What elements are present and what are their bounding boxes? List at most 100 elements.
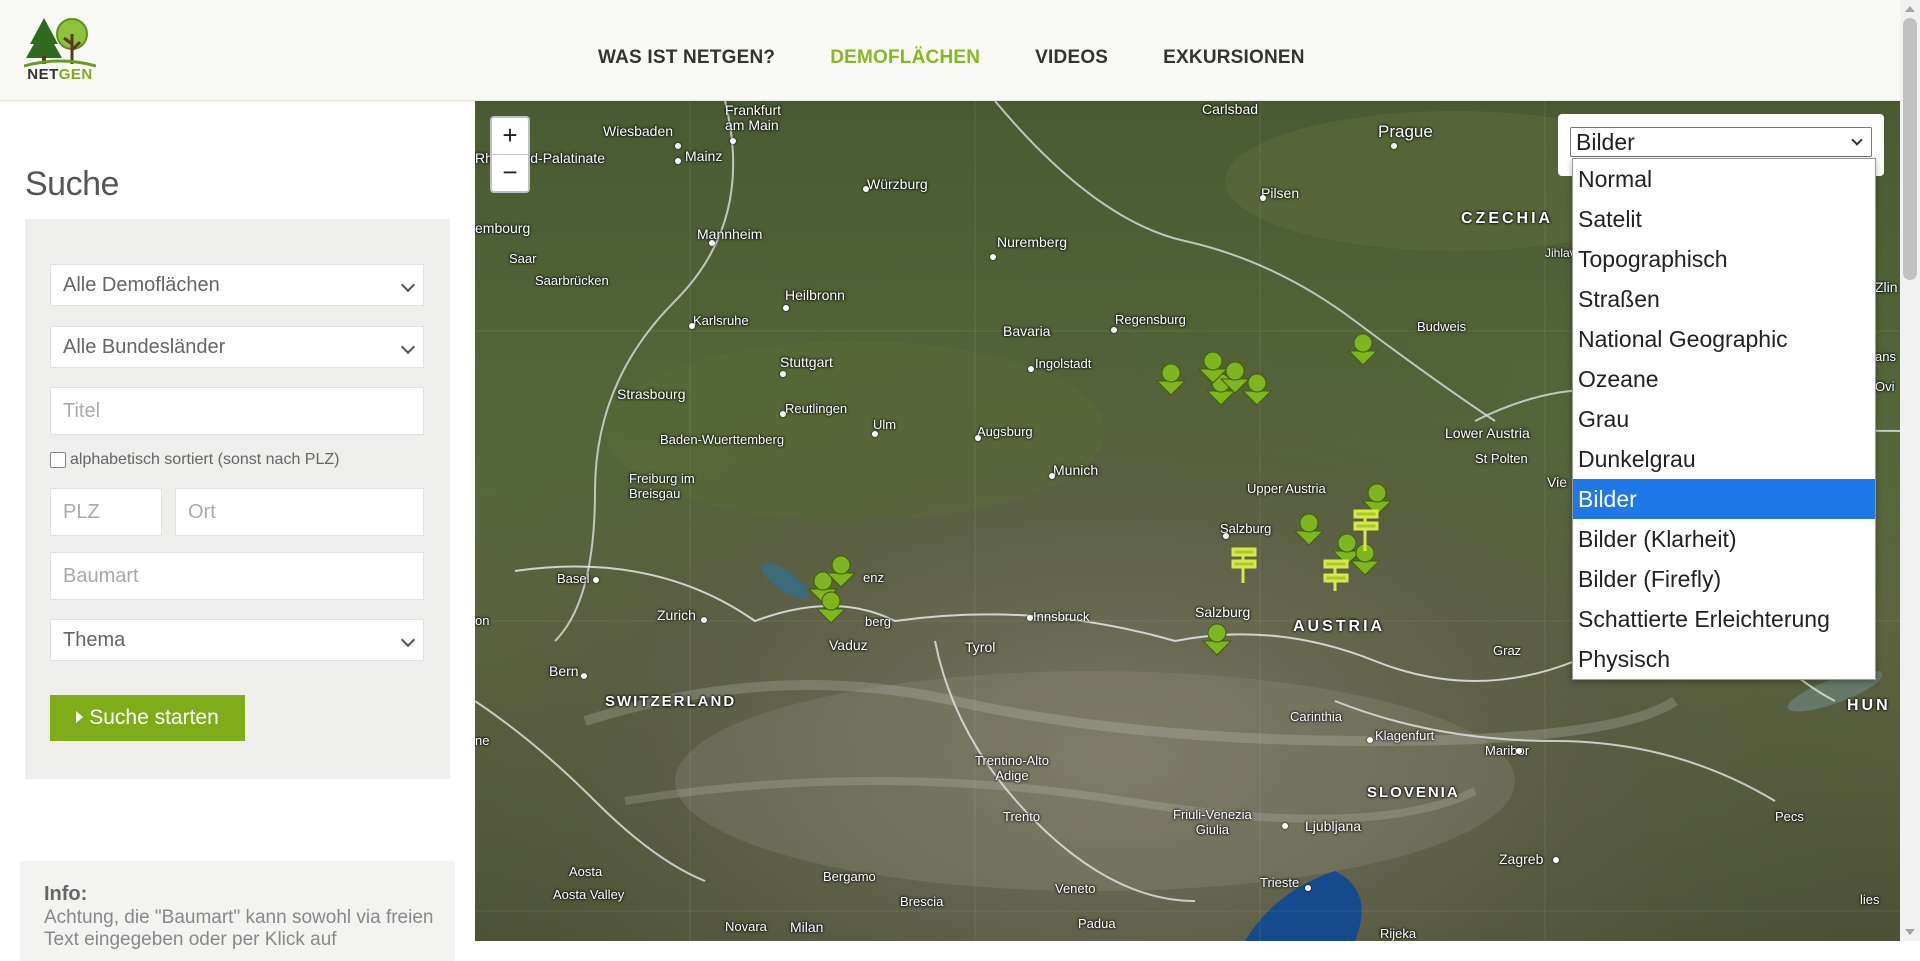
basemap-option-dunkelgrau[interactable]: Dunkelgrau <box>1573 439 1875 479</box>
scroll-down-arrow-icon[interactable] <box>1905 929 1915 935</box>
state-select[interactable]: Alle Bundesländer <box>50 326 424 368</box>
basemap-option-bilder[interactable]: Bilder <box>1573 479 1875 519</box>
nav-was-ist-netgen[interactable]: WAS IST NETGEN? <box>598 46 775 70</box>
demo-select-value: Alle Demoflächen <box>63 274 220 296</box>
title-input[interactable]: Titel <box>50 387 424 435</box>
city-dot <box>872 431 878 437</box>
city-dot <box>675 143 681 149</box>
map-label-pecs: Pecs <box>1775 809 1804 824</box>
city-dot <box>675 158 681 164</box>
basemap-select[interactable]: Bilder <box>1570 127 1872 157</box>
map-label-tyrol: Tyrol <box>965 639 996 655</box>
city-dot <box>701 617 707 623</box>
map-label-aosta: Aosta <box>569 864 603 879</box>
basemap-option-bilder-klarheit[interactable]: Bilder (Klarheit) <box>1573 519 1875 559</box>
map-label-regensburg: Regensburg <box>1115 312 1186 327</box>
search-submit-button[interactable]: Suche starten <box>50 695 245 741</box>
city-dot <box>1305 885 1311 891</box>
logo-text: NETGEN <box>27 66 93 83</box>
basemap-options-list: Normal Satelit Topographisch Straßen Nat… <box>1572 158 1876 680</box>
city-dot <box>689 323 695 329</box>
demo-select[interactable]: Alle Demoflächen <box>50 264 424 306</box>
nav-videos[interactable]: VIDEOS <box>1035 46 1108 70</box>
map-label-saar: Saar <box>509 251 537 266</box>
map-label-vaduz: Vaduz <box>829 637 868 653</box>
map-label-bavaria: Bavaria <box>1003 323 1051 339</box>
map-label-bern: Bern <box>549 663 579 679</box>
site-header: NETGEN WAS IST NETGEN? DEMOFLÄCHEN VIDEO… <box>0 0 1900 101</box>
map-label-wiesbaden: Wiesbaden <box>603 123 674 139</box>
map-label-vie: Vie <box>1547 474 1567 490</box>
city-dot <box>1367 737 1373 743</box>
city-dot <box>990 254 996 260</box>
map-label-ne: ne <box>475 733 490 748</box>
nav-demoflaechen[interactable]: DEMOFLÄCHEN <box>830 46 980 70</box>
map-label-ljubljana: Ljubljana <box>1305 818 1362 834</box>
city-dot <box>783 305 789 311</box>
map-label-brescia: Brescia <box>900 894 944 909</box>
basemap-option-topographisch[interactable]: Topographisch <box>1573 239 1875 279</box>
baumart-input[interactable]: Baumart <box>50 552 424 600</box>
map-label-basel: Basel <box>557 571 590 586</box>
basemap-option-physisch[interactable]: Physisch <box>1573 639 1875 679</box>
search-title: Suche <box>25 165 119 203</box>
basemap-option-schattierte-erleichterung[interactable]: Schattierte Erleichterung <box>1573 599 1875 639</box>
map-label-bregenz: enz <box>863 570 884 585</box>
page-scrollbar[interactable] <box>1900 0 1920 941</box>
zoom-in-button[interactable]: + <box>492 118 528 154</box>
basemap-option-satelit[interactable]: Satelit <box>1573 199 1875 239</box>
zoom-out-button[interactable]: − <box>492 154 528 191</box>
map-label-ulm: Ulm <box>873 417 897 432</box>
basemap-option-strassen[interactable]: Straßen <box>1573 279 1875 319</box>
map-label-heilbronn: Heilbronn <box>785 287 845 303</box>
map-label-karlsruhe: Karlsruhe <box>693 313 749 328</box>
map-label-klagenfurt: Klagenfurt <box>1375 728 1435 743</box>
sort-label: alphabetisch sortiert (sonst nach PLZ) <box>70 451 340 468</box>
nav-exkursionen[interactable]: EXKURSIONEN <box>1163 46 1305 70</box>
map-label-trieste: Trieste <box>1260 875 1300 890</box>
state-select-value: Alle Bundesländer <box>63 336 226 358</box>
map-label-luxembourg: embourg <box>475 220 531 236</box>
scroll-up-arrow-icon[interactable] <box>1905 6 1915 12</box>
ort-input[interactable]: Ort <box>175 488 424 536</box>
basemap-option-bilder-firefly[interactable]: Bilder (Firefly) <box>1573 559 1875 599</box>
demo-site-markers-west[interactable] <box>805 551 865 631</box>
map-label-zurich: Zurich <box>657 607 696 623</box>
map-label-rijeka: Rijeka <box>1380 926 1417 941</box>
chevron-down-icon <box>400 632 416 648</box>
sort-checkbox-row[interactable]: alphabetisch sortiert (sonst nach PLZ) <box>50 451 339 469</box>
thema-select[interactable]: Thema <box>50 619 424 661</box>
basemap-option-normal[interactable]: Normal <box>1573 159 1875 199</box>
city-dot <box>1260 195 1266 201</box>
map-label-maribor: Maribor <box>1485 743 1530 758</box>
demo-site-markers[interactable] <box>1125 331 1545 671</box>
map-label-mainz: Mainz <box>685 148 723 164</box>
basemap-option-grau[interactable]: Grau <box>1573 399 1875 439</box>
city-dot <box>975 435 981 441</box>
city-dot <box>709 240 715 246</box>
thema-select-value: Thema <box>63 629 126 651</box>
plz-input[interactable]: PLZ <box>50 488 162 536</box>
basemap-option-national-geographic[interactable]: National Geographic <box>1573 319 1875 359</box>
map-label-nuremberg: Nuremberg <box>997 234 1068 250</box>
satellite-map[interactable]: + − Frankfurt am Main Wiesbaden Mainz Rh… <box>475 101 1900 941</box>
scroll-thumb[interactable] <box>1903 18 1917 280</box>
map-label-aosta-valley: Aosta Valley <box>553 887 625 902</box>
map-label-bergamo: Bergamo <box>823 869 876 884</box>
search-sidebar: Suche Alle Demoflächen Alle Bundesländer… <box>0 101 475 961</box>
city-dot <box>1282 823 1288 829</box>
map-label-czechia: CZECHIA <box>1461 210 1554 227</box>
map-label-pilsen: Pilsen <box>1261 185 1300 201</box>
city-dot <box>780 371 786 377</box>
chevron-down-icon <box>400 277 416 293</box>
basemap-option-ozeane[interactable]: Ozeane <box>1573 359 1875 399</box>
search-submit-label: Suche starten <box>89 706 219 729</box>
city-dot <box>1391 143 1397 149</box>
netgen-logo[interactable]: NETGEN <box>23 16 97 88</box>
map-label-innsbruck: Innsbruck <box>1033 609 1090 624</box>
map-label-liechtenstein: berg <box>865 614 892 629</box>
map-label-wurzburg: Würzburg <box>867 176 928 192</box>
basemap-select-value: Bilder <box>1576 129 1635 155</box>
main-nav: WAS IST NETGEN? DEMOFLÄCHEN VIDEOS EXKUR… <box>598 46 1360 70</box>
sort-checkbox[interactable] <box>50 452 66 468</box>
